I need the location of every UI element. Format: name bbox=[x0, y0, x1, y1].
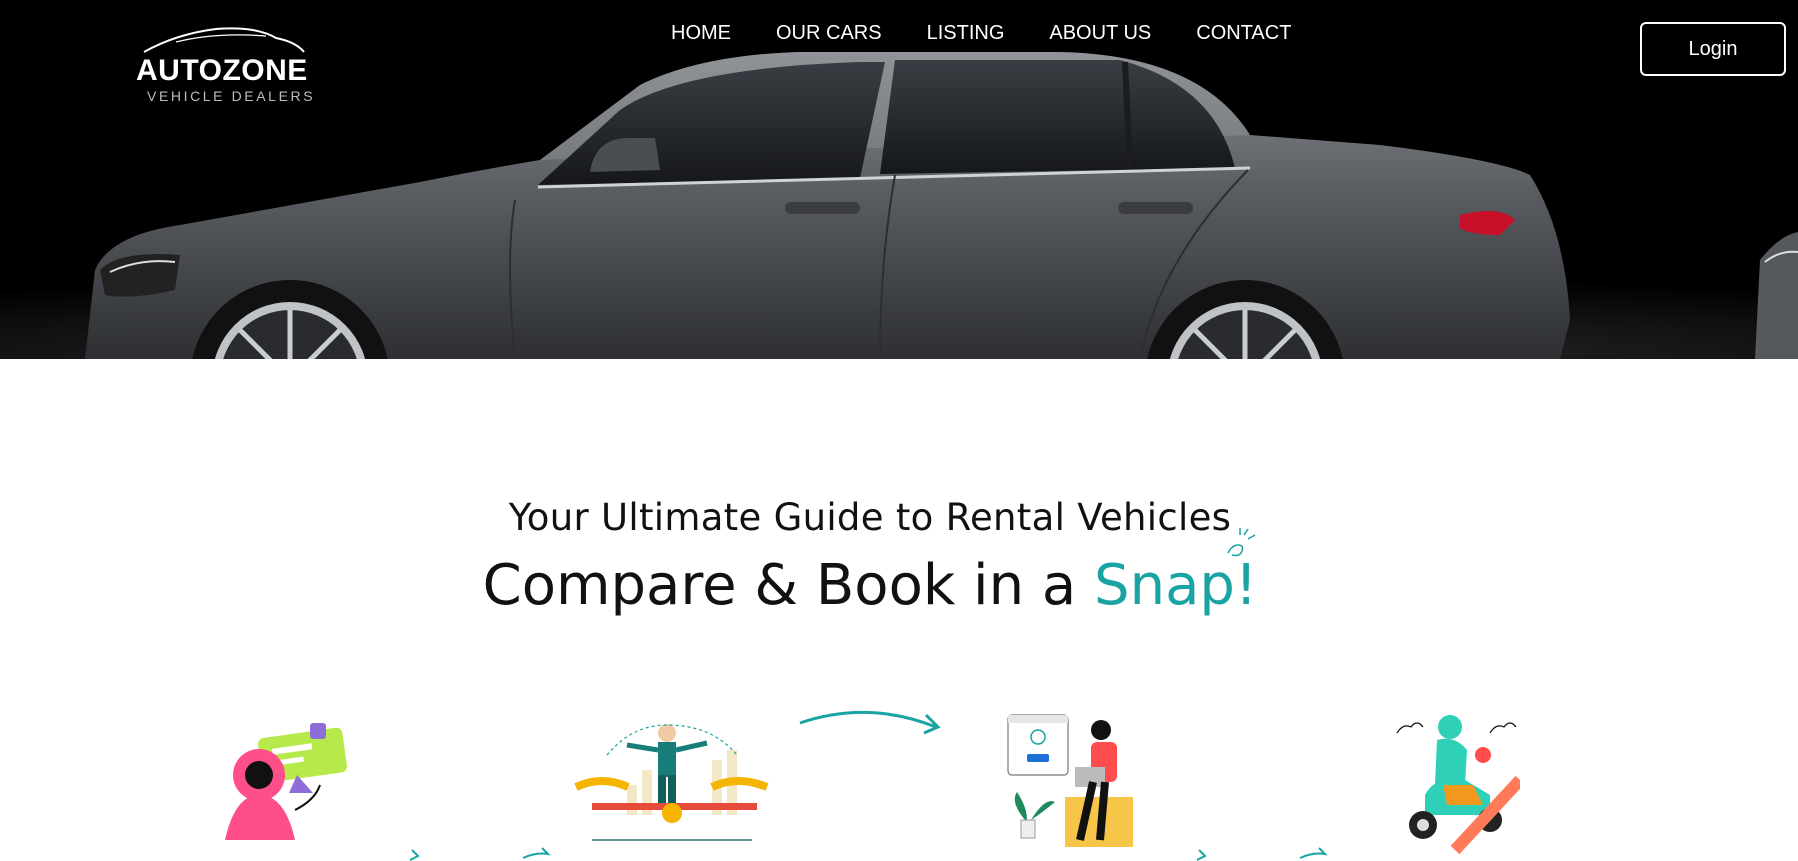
nav-listing[interactable]: LISTING bbox=[927, 22, 1005, 45]
main-nav: HOME OUR CARS LISTING ABOUT US CONTACT bbox=[671, 22, 1291, 45]
autozone-logo[interactable]: AUTOZONE VEHICLE DEALERS bbox=[136, 24, 313, 104]
hero-banner: AUTOZONE VEHICLE DEALERS HOME OUR CARS L… bbox=[0, 0, 1798, 359]
arrow-head-icon bbox=[1196, 847, 1328, 861]
businessman-balance-scale-icon bbox=[574, 724, 769, 841]
person-browsing-media-icon bbox=[225, 723, 347, 840]
person-booking-laptop-icon bbox=[1007, 714, 1133, 847]
login-button[interactable]: Login bbox=[1640, 22, 1786, 76]
car-silhouette-icon bbox=[143, 27, 305, 53]
scooter-rider-delivery-icon bbox=[1396, 715, 1520, 855]
section-title-prefix: Compare & Book in a bbox=[482, 553, 1095, 618]
curved-arrow-icon bbox=[799, 711, 941, 735]
logo-tagline: VEHICLE DEALERS bbox=[147, 88, 316, 104]
arrow-head-icon bbox=[409, 847, 551, 861]
nav-our-cars[interactable]: OUR CARS bbox=[776, 22, 882, 45]
section-title-accent: Snap! bbox=[1094, 553, 1258, 618]
snap-fingers-icon bbox=[1227, 528, 1256, 557]
nav-contact[interactable]: CONTACT bbox=[1196, 22, 1291, 45]
nav-about-us[interactable]: ABOUT US bbox=[1049, 22, 1151, 45]
logo-brand-text: AUTOZONE bbox=[136, 54, 308, 87]
section-title: Compare & Book in a Snap! bbox=[0, 553, 1740, 618]
section-subtitle: Your Ultimate Guide to Rental Vehicles bbox=[508, 496, 1232, 539]
nav-home[interactable]: HOME bbox=[671, 22, 731, 45]
